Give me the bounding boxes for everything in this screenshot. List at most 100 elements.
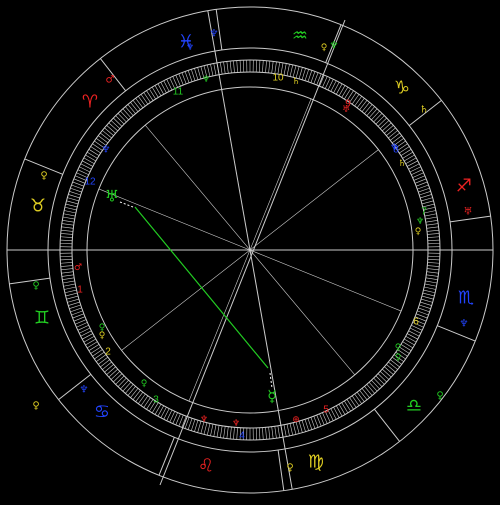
planet-marker-icon: ♀ (436, 391, 443, 402)
degree-tick (401, 344, 411, 350)
planet-marker-icon: ♅ (464, 207, 473, 218)
degree-tick (210, 424, 212, 436)
degree-tick (85, 339, 95, 345)
degree-tick (182, 73, 186, 84)
degree-tick (91, 147, 101, 154)
degree-tick (63, 214, 75, 216)
degree-tick (357, 392, 364, 402)
degree-tick (426, 220, 438, 222)
degree-tick (61, 266, 73, 267)
degree-tick (342, 87, 348, 97)
degree-tick (426, 278, 438, 280)
degree-tick (60, 259, 72, 260)
degree-tick (104, 364, 113, 372)
degree-tick (424, 287, 436, 289)
planet-marker-icon: ♀ (40, 171, 47, 182)
degree-tick (290, 65, 293, 77)
degree-tick (404, 339, 414, 345)
degree-tick (136, 392, 143, 402)
degree-tick (207, 423, 210, 435)
degree-tick (308, 70, 312, 81)
degree-tick (111, 120, 120, 128)
degree-tick (425, 284, 437, 286)
aspect-lines (120, 202, 272, 388)
degree-tick (403, 342, 413, 348)
degree-tick (60, 262, 72, 263)
degree-tick (224, 62, 226, 74)
planet-marker-icon: ♀ (321, 43, 328, 53)
degree-tick (421, 198, 433, 201)
house-cusps (7, 11, 493, 490)
degree-tick (266, 427, 267, 439)
degree-tick (352, 396, 359, 406)
house-number: 2 (105, 347, 111, 358)
degree-tick (384, 367, 393, 375)
planet-marker-icon: ♄ (398, 159, 406, 169)
degree-tick (357, 98, 364, 108)
degree-tick (278, 426, 280, 438)
degree-tick (111, 371, 120, 379)
degree-tick (66, 296, 78, 299)
house-number: 3 (153, 395, 159, 406)
planet-marker-icon: ♄ (292, 77, 300, 87)
degree-tick (65, 207, 77, 210)
degree-tick (419, 305, 430, 309)
degree-tick (367, 384, 375, 393)
planet-marker-icon: ♆ (210, 29, 219, 40)
house-number: 1 (77, 285, 83, 296)
degree-tick (388, 130, 397, 138)
chart-wheel: ♓♒♑♐♏♎♍♌♋♊♉♈ 109876543211211 ♆♆♄♅♆♀♀♆♆♀♀… (0, 0, 500, 500)
degree-tick (362, 102, 370, 111)
degree-tick (118, 113, 126, 122)
degree-tick (378, 118, 387, 126)
planet-marker-icon: ♀ (286, 463, 293, 474)
degree-tick (84, 158, 94, 164)
degree-tick (419, 191, 430, 195)
degree-tick (305, 69, 309, 80)
degree-tick (302, 68, 306, 79)
degree-tick (63, 284, 75, 286)
degree-tick (302, 420, 306, 431)
degree-tick (275, 426, 277, 438)
degree-tick (364, 104, 372, 113)
degree-tick (374, 378, 382, 387)
planet-marker-icon: ♆ (186, 43, 194, 53)
planet-marker-icon: ⊕ (292, 415, 300, 425)
degree-tick (109, 369, 118, 377)
degree-tick (158, 406, 164, 416)
degree-tick (272, 427, 273, 439)
planet-marker-icon: ♆ (232, 419, 240, 429)
degree-tick (266, 61, 267, 73)
degree-tick (217, 425, 219, 437)
degree-tick (104, 128, 113, 136)
degree-tick (423, 293, 435, 296)
degree-tick (233, 427, 234, 439)
natal-chart: ♓♒♑♐♏♎♍♌♋♊♉♈ 109876543211211 ♆♆♄♅♆♀♀♆♆♀♀… (0, 0, 500, 500)
degree-tick (66, 293, 78, 296)
degree-tick (188, 70, 192, 81)
sign-divider (374, 409, 399, 441)
degree-tick (69, 305, 80, 309)
degree-tick (314, 73, 318, 84)
degree-tick (71, 311, 82, 315)
degree-tick (100, 133, 109, 140)
planet-marker-icon: ♆ (202, 75, 210, 85)
degree-tick (406, 158, 416, 164)
degree-tick (107, 125, 116, 133)
degree-tick (427, 266, 439, 267)
degree-tick (386, 128, 395, 136)
degree-tick (191, 419, 195, 430)
degree-tick (123, 109, 131, 118)
planet-marker-icon: ♆ (390, 143, 398, 153)
degree-tick (128, 104, 136, 113)
degree-tick (120, 380, 128, 389)
degree-tick (141, 396, 148, 406)
degree-tick (399, 147, 409, 154)
degree-tick (191, 69, 195, 80)
degree-tick (428, 262, 440, 263)
degree-tick (367, 107, 375, 116)
degree-tick (371, 380, 379, 389)
degree-tick (100, 360, 109, 367)
sign-divider (9, 278, 50, 284)
degree-tick (427, 227, 439, 228)
